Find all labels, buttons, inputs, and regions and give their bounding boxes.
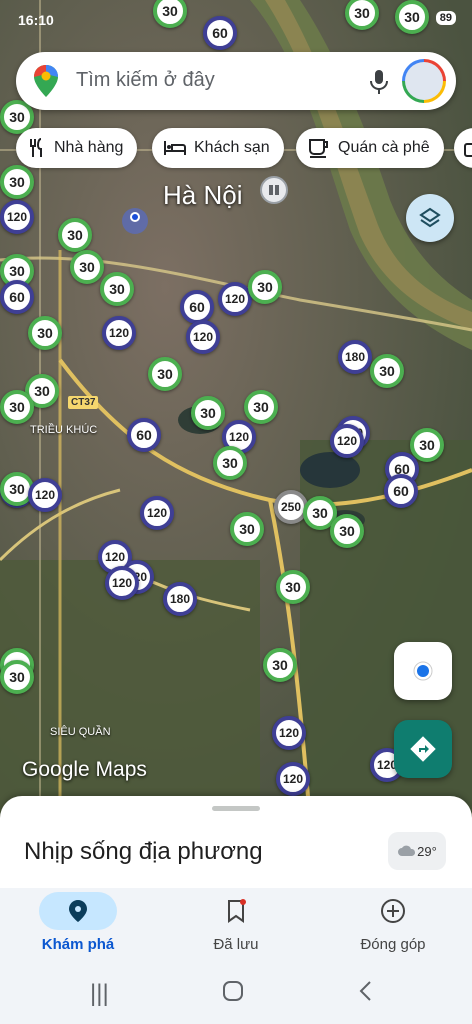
status-bar: 16:10 89 — [0, 0, 472, 40]
map-view[interactable]: 30 60 30 30 30 30 30 120 30 30 30 60 120 30 120 30 120 18… — [0, 0, 472, 820]
status-time: 16:10 — [18, 12, 54, 28]
chip-cafes[interactable]: Quán cà phê — [296, 128, 444, 168]
directions-icon — [410, 736, 436, 762]
temperature: 29° — [417, 843, 437, 859]
chip-more[interactable] — [454, 128, 472, 168]
home-icon[interactable] — [222, 980, 244, 1009]
speed-limit-marker[interactable]: 30 — [263, 648, 297, 682]
chip-hotels[interactable]: Khách sạn — [152, 128, 284, 168]
cloud-icon — [398, 845, 416, 856]
nav-contribute[interactable]: Đóng góp — [318, 888, 468, 968]
speed-limit-marker[interactable]: 180 — [338, 340, 372, 374]
speed-limit-marker[interactable]: 30 — [410, 428, 444, 462]
speed-limit-marker[interactable]: 30 — [58, 218, 92, 252]
avatar[interactable] — [402, 59, 446, 103]
nav-label: Đã lưu — [213, 936, 259, 953]
coffee-icon — [309, 139, 328, 158]
location-pin-icon[interactable] — [120, 206, 150, 236]
speed-limit-marker[interactable]: 120 — [276, 762, 310, 796]
layers-button[interactable] — [406, 194, 454, 242]
search-input[interactable]: Tìm kiếm ở đây — [76, 69, 215, 92]
weather-chip[interactable]: 29° — [388, 832, 446, 870]
bottom-sheet[interactable]: Nhịp sống địa phương 29° — [0, 796, 472, 888]
speed-limit-marker[interactable]: 60 — [127, 418, 161, 452]
microphone-icon[interactable] — [368, 68, 390, 96]
speed-limit-marker[interactable]: 30 — [28, 316, 62, 350]
speed-limit-marker[interactable]: 60 — [384, 474, 418, 508]
shopping-icon — [464, 143, 472, 157]
restaurant-icon — [30, 138, 42, 157]
battery-indicator: 89 — [435, 11, 456, 25]
speed-limit-marker[interactable]: 30 — [70, 250, 104, 284]
maps-pin-icon — [34, 65, 58, 97]
speed-limit-marker[interactable]: 120 — [272, 716, 306, 750]
chip-label: Nhà hàng — [54, 139, 124, 156]
sheet-handle[interactable] — [212, 806, 260, 811]
speed-limit-marker[interactable]: 30 — [230, 512, 264, 546]
speed-limit-marker[interactable]: 30 — [148, 357, 182, 391]
chip-restaurants[interactable]: Nhà hàng — [16, 128, 138, 168]
place-label: SIÊU QUẦN — [50, 726, 111, 738]
city-label: Hà Nội — [163, 180, 243, 210]
nav-explore[interactable]: Khám phá — [3, 888, 153, 968]
hotel-icon — [164, 141, 186, 155]
search-bar[interactable]: Tìm kiếm ở đây — [16, 52, 456, 110]
explore-pin-icon — [69, 900, 87, 922]
speed-limit-marker[interactable]: 60 — [0, 280, 34, 314]
category-chips: Nhà hàng Khách sạn Quán cà phê — [16, 128, 472, 172]
speed-limit-marker[interactable]: 120 — [186, 320, 220, 354]
speed-limit-marker[interactable]: 30 — [0, 660, 34, 694]
speed-limit-marker[interactable]: 30 — [0, 390, 34, 424]
speed-limit-marker[interactable]: 120 — [330, 424, 364, 458]
speed-limit-marker[interactable]: 30 — [244, 390, 278, 424]
speed-limit-marker[interactable]: 60 — [180, 290, 214, 324]
road-badge: CT37 — [68, 396, 99, 409]
chip-label: Khách sạn — [194, 139, 270, 156]
speed-limit-marker[interactable]: 120 — [102, 316, 136, 350]
bookmark-icon — [228, 899, 246, 923]
my-location-button[interactable] — [394, 642, 452, 700]
speed-limit-marker[interactable]: 120 — [140, 496, 174, 530]
my-location-icon — [413, 661, 433, 681]
speed-limit-marker[interactable]: 120 — [28, 478, 62, 512]
nav-label: Khám phá — [41, 936, 115, 953]
recent-apps-icon[interactable]: ||| — [90, 980, 109, 1008]
speed-limit-marker[interactable]: 30 — [370, 354, 404, 388]
sheet-title: Nhịp sống địa phương — [24, 838, 263, 865]
add-circle-icon — [381, 899, 405, 923]
bottom-navigation: Khám phá Đã lưu Đóng góp — [0, 888, 472, 968]
system-navigation-bar: ||| — [0, 968, 472, 1024]
speed-limit-marker[interactable]: 30 — [330, 514, 364, 548]
chip-label: Quán cà phê — [338, 139, 430, 156]
landmark-book-icon[interactable] — [260, 176, 288, 204]
speed-limit-marker[interactable]: 30 — [100, 272, 134, 306]
nav-label: Đóng góp — [360, 936, 426, 953]
place-label: TRIỀU KHÚC — [30, 424, 98, 436]
speed-limit-marker[interactable]: 120 — [0, 200, 34, 234]
speed-limit-marker[interactable]: 30 — [276, 570, 310, 604]
directions-button[interactable] — [394, 720, 452, 778]
google-maps-logo: Google Maps — [22, 758, 147, 781]
speed-limit-marker[interactable]: 30 — [191, 396, 225, 430]
back-icon[interactable] — [358, 980, 372, 1009]
speed-limit-marker[interactable]: 30 — [213, 446, 247, 480]
speed-limit-marker[interactable]: 120 — [105, 566, 139, 600]
speed-limit-marker[interactable]: 30 — [248, 270, 282, 304]
layers-icon — [419, 207, 441, 228]
speed-limit-marker[interactable]: 180 — [163, 582, 197, 616]
nav-saved[interactable]: Đã lưu — [161, 888, 311, 968]
speed-limit-marker[interactable]: 120 — [218, 282, 252, 316]
